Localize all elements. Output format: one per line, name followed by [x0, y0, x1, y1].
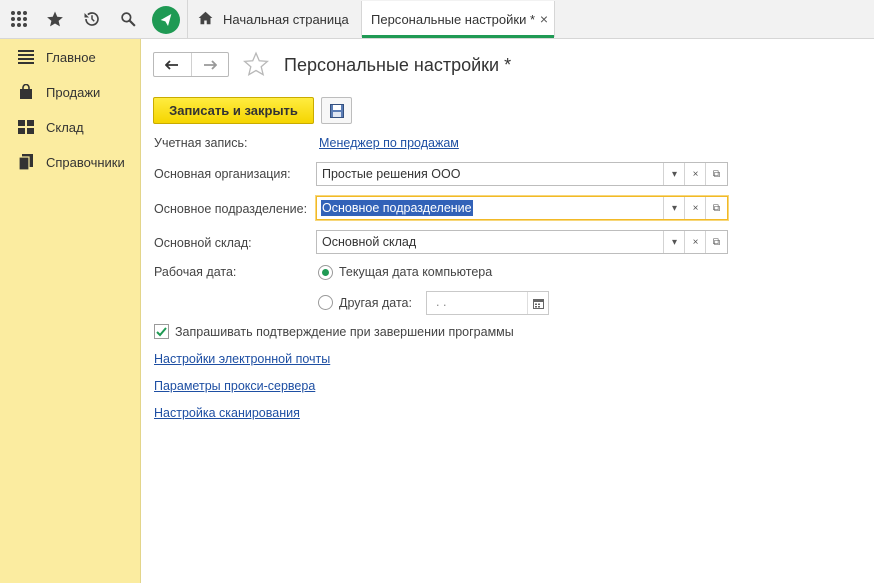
proxy-settings-link[interactable]: Параметры прокси-сервера	[154, 379, 315, 393]
tab-home-label: Начальная страница	[223, 11, 349, 27]
sidebar-item-warehouse[interactable]: Склад	[0, 113, 140, 141]
clear-icon[interactable]: ×	[684, 163, 706, 185]
active-tab-indicator	[362, 35, 554, 38]
radio-current-date-label: Текущая дата компьютера	[339, 265, 493, 279]
confirm-exit-checkbox[interactable]	[154, 324, 169, 339]
warehouse-grid-icon	[17, 120, 35, 134]
apps-grid-icon[interactable]	[4, 0, 34, 38]
org-label: Основная организация:	[154, 167, 291, 181]
org-value: Простые решения ООО	[322, 167, 461, 181]
sidebar-item-label: Склад	[46, 119, 84, 135]
open-icon[interactable]: ⧉	[705, 231, 727, 253]
sidebar-item-label: Главное	[46, 49, 96, 65]
warehouse-field[interactable]: Основной склад ▾ × ⧉	[316, 230, 728, 254]
history-icon[interactable]	[77, 0, 107, 38]
confirm-exit-label: Запрашивать подтверждение при завершении…	[175, 325, 514, 339]
dept-label: Основное подразделение:	[154, 202, 308, 216]
page-title: Персональные настройки *	[284, 55, 512, 75]
sidebar-item-label: Продажи	[46, 84, 101, 100]
tab-close-icon[interactable]: ×	[540, 11, 548, 27]
history-nav	[153, 52, 229, 77]
dept-field[interactable]: Основное подразделение ▾ × ⧉	[316, 196, 728, 220]
forward-button[interactable]	[190, 53, 229, 76]
dropdown-arrow-icon[interactable]: ▾	[663, 231, 685, 253]
arrow-left-icon	[165, 59, 179, 70]
save-button[interactable]	[321, 97, 352, 124]
tab-home[interactable]: Начальная страница	[187, 0, 358, 38]
scan-settings-link[interactable]: Настройка сканирования	[154, 406, 300, 420]
back-button[interactable]	[154, 53, 191, 76]
arrow-right-icon	[203, 59, 217, 70]
app-logo-icon[interactable]	[152, 6, 180, 34]
checkmark-icon	[156, 326, 167, 336]
account-label: Учетная запись:	[154, 136, 248, 150]
workdate-label: Рабочая дата:	[154, 265, 237, 279]
dropdown-arrow-icon[interactable]: ▾	[663, 163, 685, 185]
open-icon[interactable]: ⧉	[705, 197, 727, 219]
home-icon	[198, 11, 213, 28]
email-settings-link[interactable]: Настройки электронной почты	[154, 352, 330, 366]
warehouse-label: Основной склад:	[154, 236, 252, 250]
clear-icon[interactable]: ×	[684, 197, 706, 219]
sidebar-item-sales[interactable]: Продажи	[0, 78, 140, 106]
clear-icon[interactable]: ×	[684, 231, 706, 253]
account-link[interactable]: Менеджер по продажам	[319, 136, 459, 150]
calendar-icon[interactable]	[527, 292, 548, 314]
menu-lines-icon	[17, 50, 35, 64]
org-field[interactable]: Простые решения ООО ▾ × ⧉	[316, 162, 728, 186]
sidebar-item-references[interactable]: Справочники	[0, 148, 140, 176]
radio-other-date-label: Другая дата:	[339, 296, 412, 310]
tab-personal-settings-label: Персональные настройки *	[371, 11, 536, 27]
shopping-bag-icon	[17, 84, 35, 100]
sidebar-item-label: Справочники	[46, 154, 125, 170]
warehouse-value: Основной склад	[322, 235, 417, 249]
search-icon[interactable]	[113, 0, 143, 38]
radio-current-date[interactable]	[318, 265, 333, 280]
dropdown-arrow-icon[interactable]: ▾	[663, 197, 685, 219]
tab-personal-settings[interactable]: Персональные настройки * ×	[361, 1, 555, 38]
books-icon	[17, 154, 35, 170]
floppy-disk-icon	[329, 103, 344, 118]
top-bar: Начальная страница Персональные настройк…	[0, 0, 874, 39]
sidebar: Главное Продажи Склад Справочники	[0, 39, 141, 583]
favorite-star-icon[interactable]	[243, 51, 269, 80]
radio-other-date[interactable]	[318, 295, 333, 310]
favorites-star-icon[interactable]	[40, 0, 70, 38]
dept-value: Основное подразделение	[321, 200, 473, 216]
open-icon[interactable]: ⧉	[705, 163, 727, 185]
save-and-close-button[interactable]: Записать и закрыть	[153, 97, 314, 124]
other-date-input[interactable]: . .	[426, 291, 549, 315]
date-value: . .	[436, 295, 447, 309]
sidebar-item-main[interactable]: Главное	[0, 43, 140, 71]
